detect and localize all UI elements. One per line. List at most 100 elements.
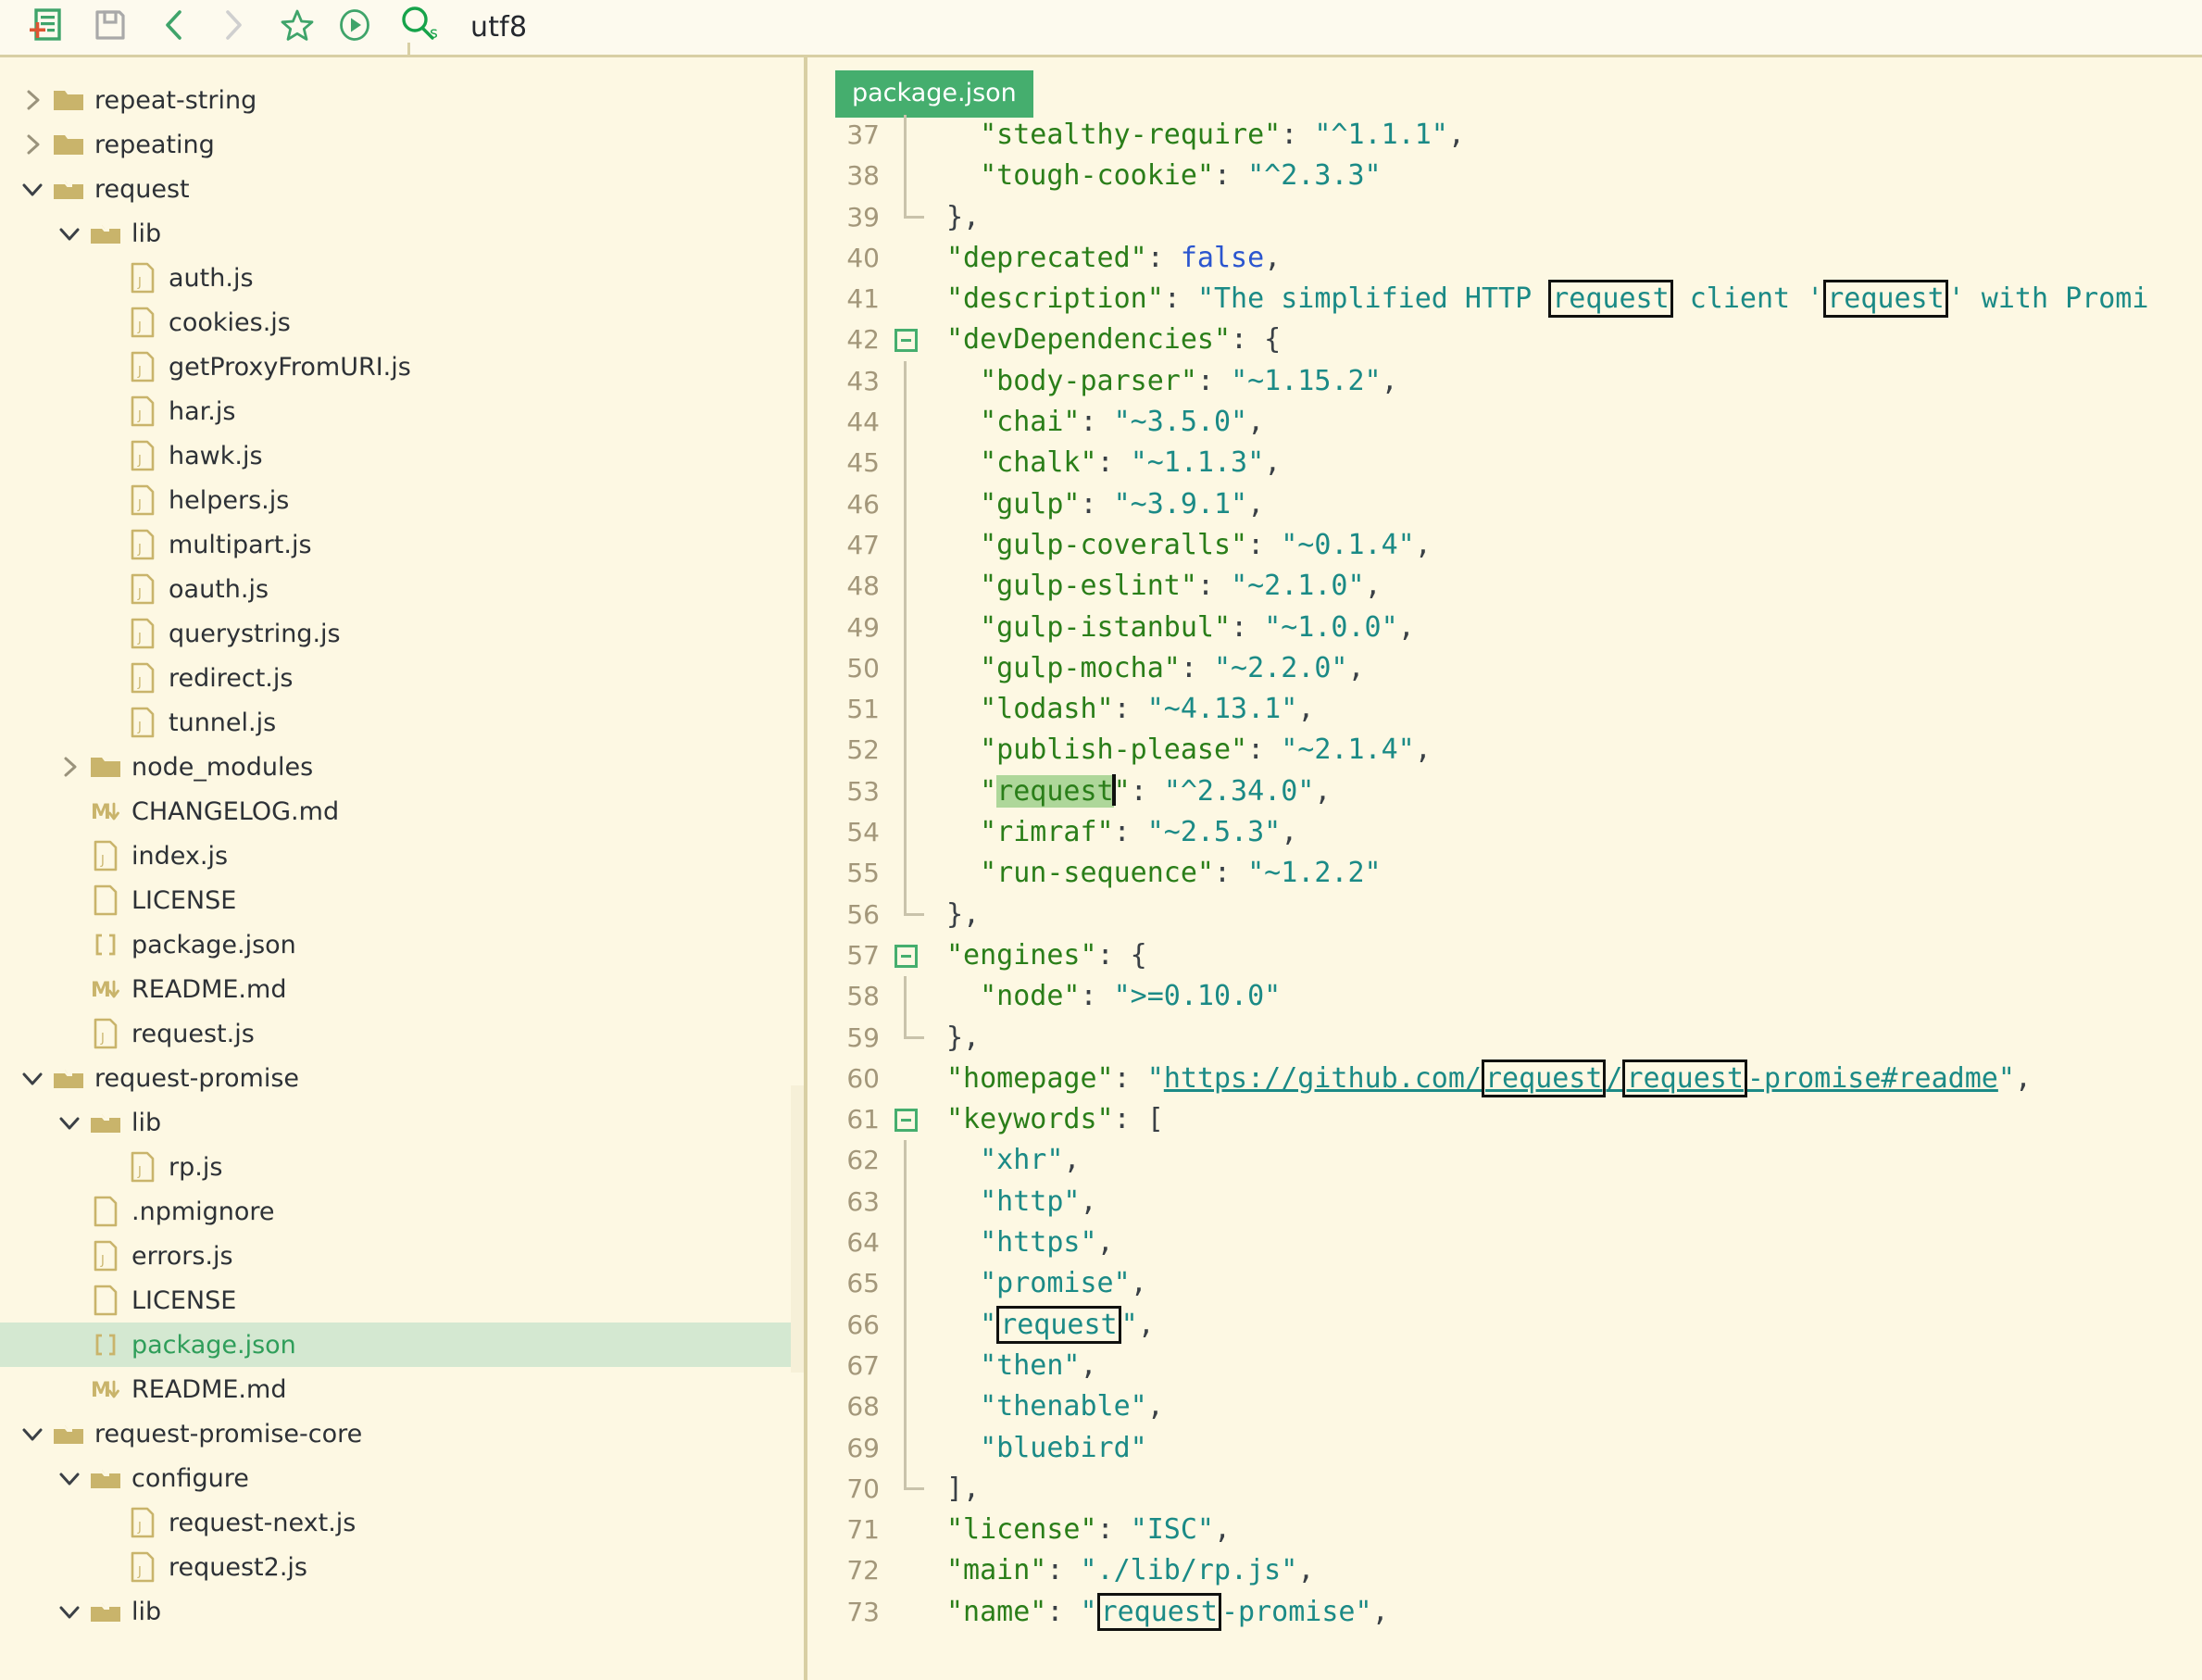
tree-folder-row[interactable]: request (0, 167, 807, 211)
chevron-down-icon[interactable] (54, 219, 85, 247)
chevron-right-icon[interactable] (54, 753, 85, 781)
new-file-button[interactable] (17, 2, 74, 54)
code-line[interactable]: 47 "gulp-coveralls": "~0.1.4", (807, 524, 2202, 567)
tree-file-row[interactable]: Jauth.js (0, 256, 807, 300)
tree-file-row[interactable]: Jtunnel.js (0, 700, 807, 745)
code-line[interactable]: 50 "gulp-mocha": "~2.2.0", (807, 647, 2202, 690)
code-line[interactable]: 37 "stealthy-require": "^1.1.1", (807, 115, 2202, 157)
chevron-right-icon[interactable] (17, 86, 48, 114)
file-tree-sidebar[interactable]: repeat-string repeating request lib Jauth.js… (0, 57, 807, 1680)
code-line[interactable]: 49 "gulp-istanbul": "~1.0.0", (807, 607, 2202, 648)
tree-file-row[interactable]: Jhar.js (0, 389, 807, 433)
code-line[interactable]: 68 "thenable", (807, 1386, 2202, 1428)
code-line[interactable]: 41 "description": "The simplified HTTP re… (807, 279, 2202, 320)
code-line[interactable]: 43 "body-parser": "~1.15.2", (807, 360, 2202, 403)
tree-folder-row[interactable]: lib (0, 211, 807, 256)
code-line[interactable]: 60 "homepage": "https://github.com/reques… (807, 1059, 2202, 1099)
code-line[interactable]: 57 "engines": { (807, 935, 2202, 976)
tree-file-row[interactable]: Jrp.js (0, 1145, 807, 1189)
code-line[interactable]: 42 "devDependencies": { (807, 320, 2202, 360)
code-line[interactable]: 72 "main": "./lib/rp.js", (807, 1550, 2202, 1591)
code-line[interactable]: 61 "keywords": [ (807, 1099, 2202, 1140)
code-line[interactable]: 64 "https", (807, 1222, 2202, 1264)
search-button[interactable]: s (391, 2, 456, 66)
tree-file-row[interactable]: Jrequest2.js (0, 1545, 807, 1589)
code-line[interactable]: 39}, (807, 196, 2202, 238)
code-line[interactable]: 55 "run-sequence": "~1.2.2" (807, 853, 2202, 895)
tree-file-row[interactable]: Jrequest-next.js (0, 1500, 807, 1545)
tree-file-row[interactable]: Jcookies.js (0, 300, 807, 345)
tree-folder-row[interactable]: lib (0, 1100, 807, 1145)
code-line[interactable]: 63 "http", (807, 1181, 2202, 1223)
code-token: "~1.0.0" (1264, 610, 1398, 644)
tree-file-row[interactable]: LICENSE (0, 1278, 807, 1323)
tree-folder-row[interactable]: node_modules (0, 745, 807, 789)
tree-folder-row[interactable]: request-promise (0, 1056, 807, 1100)
code-line[interactable]: 62 "xhr", (807, 1140, 2202, 1182)
tree-file-row[interactable]: .npmignore (0, 1189, 807, 1234)
code-line[interactable]: 44 "chai": "~3.5.0", (807, 402, 2202, 444)
fold-collapse-button[interactable] (880, 1099, 932, 1140)
tree-file-row[interactable]: Jindex.js (0, 834, 807, 878)
code-line[interactable]: 45 "chalk": "~1.1.3", (807, 443, 2202, 484)
tree-file-row[interactable]: Jmultipart.js (0, 522, 807, 567)
code-area[interactable]: 37 "stealthy-require": "^1.1.1", 38 "toug… (807, 115, 2202, 1633)
code-line[interactable]: 69 "bluebird" (807, 1427, 2202, 1469)
tree-file-row[interactable]: Jredirect.js (0, 656, 807, 700)
tree-file-row[interactable]: Jhawk.js (0, 433, 807, 478)
chevron-down-icon[interactable] (17, 1064, 48, 1092)
back-button[interactable] (146, 2, 204, 54)
tree-file-row[interactable]: Joauth.js (0, 567, 807, 611)
code-editor[interactable]: package.json 37 "stealthy-require": "^1.… (807, 57, 2202, 1680)
tree-file-row[interactable]: Jquerystring.js (0, 611, 807, 656)
chevron-down-icon[interactable] (54, 1109, 85, 1136)
tree-folder-row[interactable]: request-promise-core (0, 1411, 807, 1456)
bookmark-button[interactable] (269, 2, 326, 54)
tree-file-row[interactable]: Jhelpers.js (0, 478, 807, 522)
tab-package-json[interactable]: package.json (835, 70, 1033, 118)
code-line[interactable]: 66 " request ", (807, 1304, 2202, 1346)
encoding-label[interactable]: utf8 (470, 11, 527, 44)
code-line[interactable]: 70], (807, 1468, 2202, 1510)
code-line[interactable]: 40 "deprecated": false, (807, 238, 2202, 279)
chevron-down-icon[interactable] (17, 175, 48, 203)
tree-file-row[interactable]: JgetProxyFromURI.js (0, 345, 807, 389)
code-line[interactable]: 58 "node": ">=0.10.0" (807, 976, 2202, 1018)
forward-button[interactable] (204, 2, 261, 54)
code-line[interactable]: 46 "gulp": "~3.9.1", (807, 483, 2202, 525)
chevron-down-icon[interactable] (17, 1420, 48, 1448)
code-line[interactable]: 67 "then", (807, 1345, 2202, 1387)
code-line[interactable]: 48 "gulp-eslint": "~2.1.0", (807, 566, 2202, 608)
code-line[interactable]: 71 "license": "ISC", (807, 1510, 2202, 1550)
tree-file-row[interactable]: package.json (0, 922, 807, 967)
tree-folder-row[interactable]: configure (0, 1456, 807, 1500)
code-line[interactable]: 53 "request": "^2.34.0", (807, 771, 2202, 813)
save-button[interactable] (81, 2, 139, 54)
code-line[interactable]: 52 "publish-please": "~2.1.4", (807, 730, 2202, 771)
tree-file-row[interactable]: Jrequest.js (0, 1011, 807, 1056)
tree-folder-row[interactable]: lib (0, 1589, 807, 1634)
tree-file-row[interactable]: M README.md (0, 1367, 807, 1411)
code-line[interactable]: 38 "tough-cookie": "^2.3.3" (807, 156, 2202, 197)
tree-file-row[interactable]: package.json (0, 1323, 807, 1367)
chevron-right-icon[interactable] (17, 131, 48, 158)
code-line[interactable]: 59}, (807, 1017, 2202, 1059)
code-line[interactable]: 54 "rimraf": "~2.5.3", (807, 812, 2202, 854)
code-line[interactable]: 73 "name": " request -promise", (807, 1592, 2202, 1633)
tree-file-row[interactable]: M README.md (0, 967, 807, 1011)
tree-file-row[interactable]: M CHANGELOG.md (0, 789, 807, 834)
chevron-down-icon[interactable] (54, 1464, 85, 1492)
tree-folder-row[interactable]: repeat-string (0, 78, 807, 122)
sidebar-scrollbar-thumb[interactable] (791, 1085, 804, 1373)
run-button[interactable] (326, 2, 383, 54)
tree-folder-row[interactable]: repeating (0, 122, 807, 167)
tree-file-row[interactable]: Jerrors.js (0, 1234, 807, 1278)
fold-collapse-button[interactable] (880, 935, 932, 976)
code-line[interactable]: 51 "lodash": "~4.13.1", (807, 689, 2202, 731)
code-line[interactable]: 56}, (807, 894, 2202, 935)
fold-collapse-button[interactable] (880, 320, 932, 360)
tree-file-row[interactable]: LICENSE (0, 878, 807, 922)
chevron-down-icon[interactable] (54, 1598, 85, 1625)
code-line[interactable]: 65 "promise", (807, 1263, 2202, 1305)
